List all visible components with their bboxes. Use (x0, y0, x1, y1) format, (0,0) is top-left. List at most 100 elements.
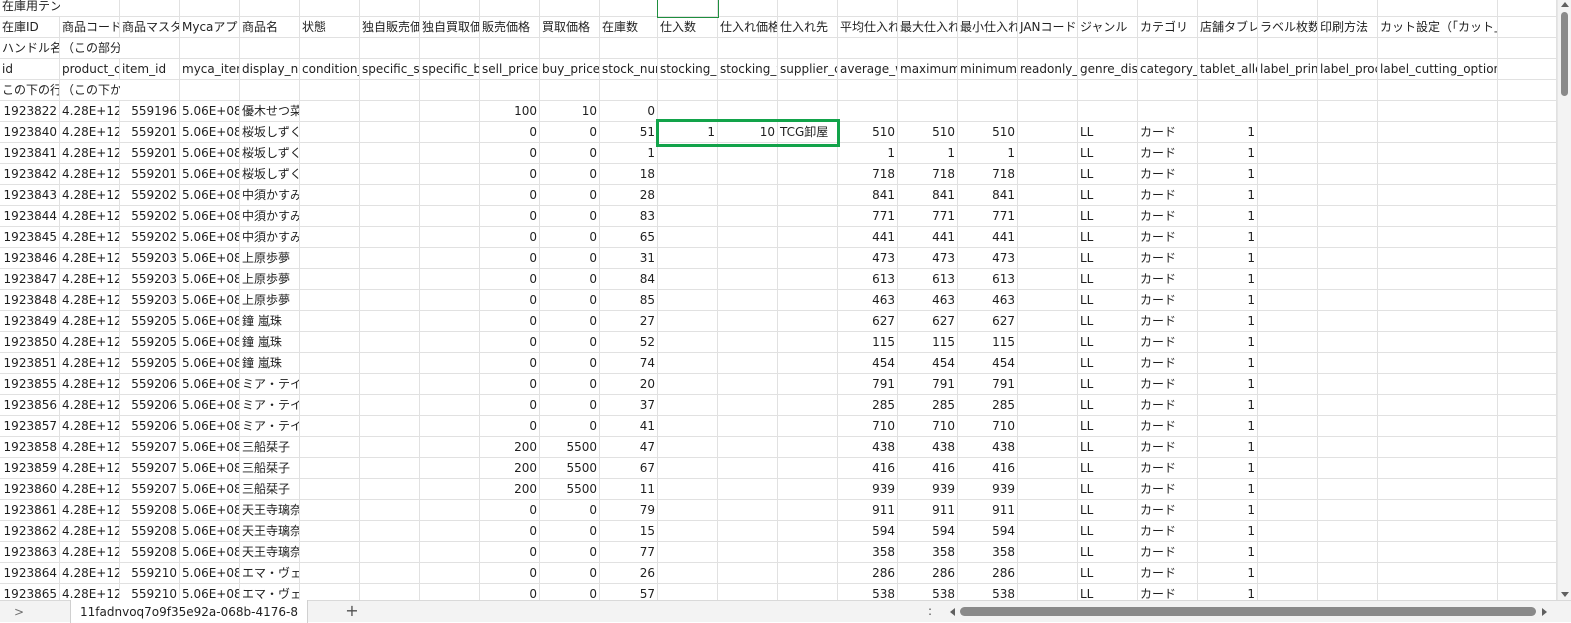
cell-r13-c12[interactable] (718, 269, 778, 290)
cell-r4-c13[interactable] (778, 80, 838, 101)
cell-r24-c1[interactable]: 4.28E+12 (60, 500, 120, 521)
cell-r3-c17[interactable]: readonly_p (1018, 59, 1078, 80)
cell-r6-c20[interactable]: 1 (1198, 122, 1258, 143)
cell-r27-c21[interactable] (1258, 563, 1318, 584)
cell-r0-c24[interactable] (1498, 0, 1557, 17)
cell-r28-c16[interactable]: 538 (958, 584, 1018, 600)
cell-r14-c7[interactable] (420, 290, 480, 311)
cell-r10-c4[interactable]: 中須かすみ (240, 206, 300, 227)
cell-r2-c19[interactable] (1138, 38, 1198, 59)
cell-r6-c12[interactable]: 10 (718, 122, 778, 143)
cell-r8-c14[interactable]: 718 (838, 164, 898, 185)
cell-r17-c15[interactable]: 454 (898, 353, 958, 374)
cell-r24-c5[interactable] (300, 500, 360, 521)
cell-r9-c24[interactable] (1498, 185, 1557, 206)
cell-r1-c0[interactable]: 在庫ID (0, 17, 60, 38)
cell-r7-c10[interactable]: 1 (600, 143, 658, 164)
cell-r1-c2[interactable]: 商品マスタ (120, 17, 180, 38)
cell-r11-c19[interactable]: カード (1138, 227, 1198, 248)
cell-r6-c5[interactable] (300, 122, 360, 143)
cell-r23-c2[interactable]: 559207 (120, 479, 180, 500)
cell-r3-c4[interactable]: display_na (240, 59, 300, 80)
cell-r21-c10[interactable]: 47 (600, 437, 658, 458)
cell-r6-c7[interactable] (420, 122, 480, 143)
cell-r19-c2[interactable]: 559206 (120, 395, 180, 416)
cell-r13-c11[interactable] (658, 269, 718, 290)
cell-r26-c22[interactable] (1318, 542, 1378, 563)
scroll-up-arrow-icon[interactable] (1561, 2, 1569, 7)
cell-r14-c6[interactable] (360, 290, 420, 311)
cell-r18-c5[interactable] (300, 374, 360, 395)
cell-r8-c19[interactable]: カード (1138, 164, 1198, 185)
cell-r16-c19[interactable]: カード (1138, 332, 1198, 353)
cell-r14-c14[interactable]: 463 (838, 290, 898, 311)
cell-r17-c5[interactable] (300, 353, 360, 374)
cell-r12-c13[interactable] (778, 248, 838, 269)
cell-r27-c20[interactable]: 1 (1198, 563, 1258, 584)
cell-r27-c9[interactable]: 0 (540, 563, 600, 584)
cell-r2-c14[interactable] (838, 38, 898, 59)
cell-r15-c19[interactable]: カード (1138, 311, 1198, 332)
cell-r22-c11[interactable] (658, 458, 718, 479)
cell-r21-c21[interactable] (1258, 437, 1318, 458)
cell-r18-c21[interactable] (1258, 374, 1318, 395)
cell-r2-c2[interactable] (120, 38, 180, 59)
cell-r20-c15[interactable]: 710 (898, 416, 958, 437)
cell-r25-c21[interactable] (1258, 521, 1318, 542)
cell-r5-c5[interactable] (300, 101, 360, 122)
cell-r15-c23[interactable] (1378, 311, 1498, 332)
cell-r17-c23[interactable] (1378, 353, 1498, 374)
cell-r13-c6[interactable] (360, 269, 420, 290)
cell-r17-c9[interactable]: 0 (540, 353, 600, 374)
cell-r9-c20[interactable]: 1 (1198, 185, 1258, 206)
cell-r8-c21[interactable] (1258, 164, 1318, 185)
cell-r14-c2[interactable]: 559203 (120, 290, 180, 311)
cell-r19-c16[interactable]: 285 (958, 395, 1018, 416)
cell-r25-c17[interactable] (1018, 521, 1078, 542)
cell-r28-c8[interactable]: 0 (480, 584, 540, 600)
cell-r1-c18[interactable]: ジャンル (1078, 17, 1138, 38)
cell-r6-c11[interactable]: 1 (658, 122, 718, 143)
cell-r1-c16[interactable]: 最小仕入れ (958, 17, 1018, 38)
cell-r19-c14[interactable]: 285 (838, 395, 898, 416)
cell-r9-c8[interactable]: 0 (480, 185, 540, 206)
cell-r12-c12[interactable] (718, 248, 778, 269)
cell-r1-c1[interactable]: 商品コード (60, 17, 120, 38)
cell-r4-c10[interactable] (600, 80, 658, 101)
cell-r24-c20[interactable]: 1 (1198, 500, 1258, 521)
cell-r20-c21[interactable] (1258, 416, 1318, 437)
cell-r14-c8[interactable]: 0 (480, 290, 540, 311)
cell-r7-c0[interactable]: 1923841 (0, 143, 60, 164)
cell-r6-c6[interactable] (360, 122, 420, 143)
cell-r24-c8[interactable]: 0 (480, 500, 540, 521)
cell-r20-c9[interactable]: 0 (540, 416, 600, 437)
cell-r22-c3[interactable]: 5.06E+08 (180, 458, 240, 479)
cell-r15-c22[interactable] (1318, 311, 1378, 332)
cell-r5-c20[interactable] (1198, 101, 1258, 122)
cell-r16-c0[interactable]: 1923850 (0, 332, 60, 353)
cell-r3-c18[interactable]: genre_disp (1078, 59, 1138, 80)
cell-r5-c9[interactable]: 10 (540, 101, 600, 122)
cell-r23-c4[interactable]: 三船栞子 (240, 479, 300, 500)
cell-r17-c8[interactable]: 0 (480, 353, 540, 374)
cell-r26-c6[interactable] (360, 542, 420, 563)
cell-r4-c1[interactable]: （この下からデータを記入してください） (60, 80, 289, 101)
cell-r21-c1[interactable]: 4.28E+12 (60, 437, 120, 458)
cell-r16-c4[interactable]: 鐘 嵐珠 (240, 332, 300, 353)
cell-r17-c17[interactable] (1018, 353, 1078, 374)
cell-r11-c11[interactable] (658, 227, 718, 248)
cell-r24-c23[interactable] (1378, 500, 1498, 521)
cell-r20-c4[interactable]: ミア・テイラー (240, 416, 300, 437)
cell-r22-c21[interactable] (1258, 458, 1318, 479)
cell-r23-c22[interactable] (1318, 479, 1378, 500)
cell-r25-c0[interactable]: 1923862 (0, 521, 60, 542)
sheet-nav-arrow-icon[interactable]: > (14, 604, 24, 620)
cell-r4-c2[interactable] (120, 80, 180, 101)
cell-r22-c23[interactable] (1378, 458, 1498, 479)
cell-r9-c10[interactable]: 28 (600, 185, 658, 206)
cell-r14-c13[interactable] (778, 290, 838, 311)
cell-r5-c11[interactable] (658, 101, 718, 122)
cell-r1-c12[interactable]: 仕入れ価格 (718, 17, 778, 38)
cell-r6-c9[interactable]: 0 (540, 122, 600, 143)
cell-r14-c1[interactable]: 4.28E+12 (60, 290, 120, 311)
